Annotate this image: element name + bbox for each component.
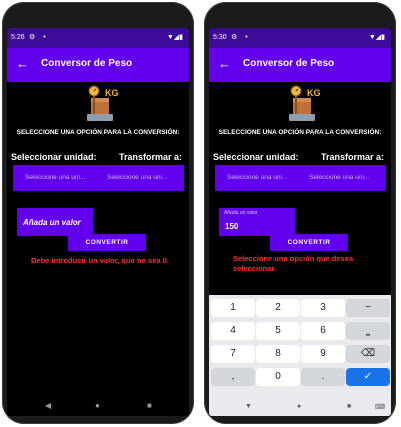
nav-back-icon[interactable]: ◀ [45,401,51,410]
signal-battery-icon: ▼◢▮ [166,34,183,41]
status-bar: 5:26 ⚙ • ▼◢▮ [7,28,189,48]
unit-selectors: Seleccione una uni... Seleccione una uni… [215,165,386,191]
key-7[interactable]: 7 [211,345,255,363]
phone-right: 5:30 ⚙ • ▼◢▮ ← Conversor de Peso KG SELE… [204,2,396,424]
convert-button[interactable]: CONVERTIR [68,234,146,251]
app-title: Conversor de Peso [243,58,335,69]
signal-battery-icon: ▼◢▮ [368,34,385,41]
key-comma[interactable]: , [211,368,255,386]
key-backspace[interactable]: ⌫ [346,345,390,363]
select-to-unit[interactable]: Seleccione una uni... [107,174,167,181]
key-2[interactable]: 2 [256,299,300,317]
logo-label: KG [307,88,321,98]
nav-back-icon[interactable]: ▼ [245,403,252,410]
phone-left: 5:26 ⚙ • ▼◢▮ ← Conversor de Peso KG SELE… [2,2,194,424]
nav-bar: ◀ ● ■ [7,396,189,416]
status-time: 5:26 [11,34,25,41]
key-8[interactable]: 8 [256,345,300,363]
status-time: 5:30 [213,34,227,41]
nav-recents-icon[interactable]: ■ [347,403,351,410]
back-arrow-icon[interactable]: ← [16,56,29,72]
label-select-unit: Seleccionar unidad: [11,152,97,162]
app-bar: ← Conversor de Peso [209,48,391,82]
key-0[interactable]: 0 [256,368,300,386]
status-bar: 5:30 ⚙ • ▼◢▮ [209,28,391,48]
key-space[interactable]: ⎵ [346,322,390,340]
key-5[interactable]: 5 [256,322,300,340]
key-done[interactable]: ✓ [346,368,390,386]
keyboard-switch-icon[interactable]: ⌨ [375,403,385,411]
unit-selectors: Seleccione una uni... Seleccione una uni… [13,165,184,191]
error-message: Seleccione una opción que desea seleccio… [233,254,354,273]
error-message: Debe introducir un valor, que no sea 0. [31,256,169,265]
screen-right: 5:30 ⚙ • ▼◢▮ ← Conversor de Peso KG SELE… [209,28,391,416]
scale-logo-icon: KG [87,85,119,121]
value-input-hint: Añada un valor [23,218,81,227]
key-4[interactable]: 4 [211,322,255,340]
key-3[interactable]: 3 [301,299,345,317]
select-from-unit[interactable]: Seleccione una uni... [25,174,85,181]
label-transform-to: Transformar a: [119,152,183,162]
back-arrow-icon[interactable]: ← [218,56,231,72]
app-bar: ← Conversor de Peso [7,48,189,82]
scale-logo-icon: KG [289,85,321,121]
key-1[interactable]: 1 [211,299,255,317]
logo-label: KG [105,88,119,98]
key-minus[interactable]: − [346,299,390,317]
conversion-prompt: SELECCIONE UNA OPCIÓN PARA LA CONVERSIÓN… [16,129,180,136]
value-input[interactable]: Añada un valor 150 [219,208,295,236]
value-input-label: Añada un valor [224,210,258,216]
select-to-unit[interactable]: Seleccione una uni... [309,174,369,181]
label-transform-to: Transformar a: [321,152,385,162]
conversion-prompt: SELECCIONE UNA OPCIÓN PARA LA CONVERSIÓN… [218,129,382,136]
convert-button[interactable]: CONVERTIR [270,234,348,251]
settings-icon: ⚙ • [231,34,251,41]
label-select-unit: Seleccionar unidad: [213,152,299,162]
key-dot[interactable]: . [301,368,345,386]
screen-left: 5:26 ⚙ • ▼◢▮ ← Conversor de Peso KG SELE… [7,28,189,416]
settings-icon: ⚙ • [29,34,49,41]
value-input[interactable]: Añada un valor [17,208,93,236]
value-input-text: 150 [225,222,239,231]
nav-recents-icon[interactable]: ■ [147,401,152,410]
key-6[interactable]: 6 [301,322,345,340]
select-from-unit[interactable]: Seleccione una uni... [227,174,287,181]
app-title: Conversor de Peso [41,58,133,69]
key-9[interactable]: 9 [301,345,345,363]
nav-home-icon[interactable]: ● [297,403,301,410]
nav-home-icon[interactable]: ● [95,401,100,410]
numeric-keyboard: 1 2 3 − 4 5 6 ⎵ 7 8 9 ⌫ , 0 . ✓ ▼ ● ■ ⌨ [209,295,391,416]
